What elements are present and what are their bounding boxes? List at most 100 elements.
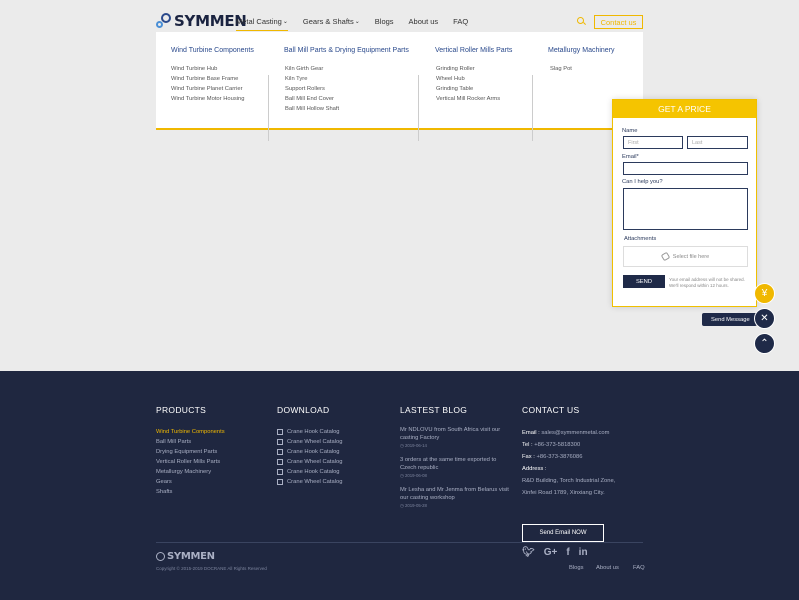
facebook-icon[interactable]: f bbox=[566, 547, 569, 558]
menu-link[interactable]: Ball Mill End Cover bbox=[285, 94, 339, 104]
blog-date: ◷ 2019-06-08 bbox=[400, 473, 427, 478]
blog-item[interactable]: 3 orders at the same time exported to Cz… bbox=[400, 457, 510, 479]
footer-link[interactable]: Gears bbox=[156, 477, 225, 487]
footer-link[interactable]: Drying Equipment Parts bbox=[156, 447, 225, 457]
footer-brand-name: SYMMEN bbox=[167, 551, 215, 562]
footer-contact: CONTACT US Email : sales@symmenmetal.com… bbox=[522, 405, 652, 558]
nav-blogs[interactable]: Blogs bbox=[375, 17, 394, 26]
menu-divider bbox=[532, 75, 533, 141]
search-icon[interactable] bbox=[577, 17, 586, 26]
back-to-top-icon[interactable]: ⌃ bbox=[754, 333, 775, 354]
get-a-price-panel: GET A PRICE Name First Last Email* Can I… bbox=[612, 99, 757, 307]
menu-link[interactable]: Grinding Table bbox=[436, 84, 500, 94]
menu-link[interactable]: Kiln Girth Gear bbox=[285, 64, 339, 74]
menu-link[interactable]: Grinding Roller bbox=[436, 64, 500, 74]
download-link[interactable]: Crane Hook Catalog bbox=[277, 447, 342, 457]
footer-blog: LASTEST BLOG Mr NDLOVU from South Africa… bbox=[400, 405, 510, 517]
send-message-tooltip[interactable]: Send Message bbox=[702, 313, 757, 326]
pdf-icon bbox=[277, 469, 283, 475]
last-name-input[interactable]: Last bbox=[687, 136, 748, 149]
menu-column-heading[interactable]: Vertical Roller Mills Parts bbox=[435, 47, 512, 54]
twitter-icon[interactable]: 🐦︎ bbox=[522, 547, 535, 558]
site-header: SYMMEN Metal Casting ⌄ Gears & Shafts ⌄ Bl… bbox=[0, 0, 799, 32]
footer-nav-blogs[interactable]: Blogs bbox=[569, 565, 584, 571]
menu-column-heading[interactable]: Wind Turbine Components bbox=[171, 47, 254, 54]
menu-link[interactable]: Wind Turbine Hub bbox=[171, 64, 244, 74]
menu-link[interactable]: Wind Turbine Motor Housing bbox=[171, 94, 244, 104]
name-label: Name bbox=[622, 128, 638, 134]
file-upload-box[interactable]: Select file here bbox=[623, 246, 748, 267]
footer-heading: PRODUCTS bbox=[156, 405, 207, 415]
menu-link[interactable]: Kiln Tyre bbox=[285, 74, 339, 84]
blog-title[interactable]: 3 orders at the same time exported to Cz… bbox=[400, 457, 510, 472]
blog-item[interactable]: Mr NDLOVU from South Africa visit our ca… bbox=[400, 427, 510, 449]
file-upload-label: Select file here bbox=[672, 253, 710, 260]
footer-link[interactable]: Metallurgy Machinery bbox=[156, 467, 225, 477]
google-plus-icon[interactable]: G+ bbox=[544, 547, 558, 558]
site-footer: PRODUCTS Wind Turbine Components Ball Mi… bbox=[0, 371, 799, 600]
footer-logo[interactable]: SYMMEN bbox=[156, 551, 215, 562]
menu-column-heading[interactable]: Ball Mill Parts & Drying Equipment Parts bbox=[284, 47, 409, 54]
gear-logo-icon bbox=[156, 13, 172, 29]
blog-title[interactable]: Mr NDLOVU from South Africa visit our ca… bbox=[400, 427, 510, 442]
email-label: Email* bbox=[622, 154, 639, 160]
contact-fax: Fax : +86-373-3876086 bbox=[522, 454, 583, 460]
nav-gears-shafts[interactable]: Gears & Shafts ⌄ bbox=[303, 17, 360, 26]
download-link[interactable]: Crane Wheel Catalog bbox=[277, 477, 342, 487]
menu-divider bbox=[418, 75, 419, 141]
download-link[interactable]: Crane Wheel Catalog bbox=[277, 437, 342, 447]
send-email-button[interactable]: Send Email NOW bbox=[522, 524, 604, 542]
blog-date: ◷ 2019-05-28 bbox=[400, 503, 427, 508]
menu-link[interactable]: Wind Turbine Base Frame bbox=[171, 74, 244, 84]
menu-link[interactable]: Vertical Mill Rocker Arms bbox=[436, 94, 500, 104]
email-field[interactable] bbox=[623, 162, 748, 175]
contact-address-line: R&D Building, Torch Industrial Zone, bbox=[522, 478, 616, 484]
linkedin-icon[interactable]: in bbox=[579, 547, 588, 558]
menu-link[interactable]: Support Rollers bbox=[285, 84, 339, 94]
blog-title[interactable]: Mr Lesha and Mr Jenma from Belarus visit… bbox=[400, 487, 510, 502]
send-button[interactable]: SEND bbox=[623, 275, 665, 288]
menu-column-heading[interactable]: Metallurgy Machinery bbox=[548, 47, 615, 54]
footer-link[interactable]: Wind Turbine Components bbox=[156, 427, 225, 437]
metal-casting-mega-menu: Wind Turbine Components Wind Turbine Hub… bbox=[156, 32, 643, 141]
footer-products: PRODUCTS Wind Turbine Components Ball Mi… bbox=[156, 405, 225, 497]
chevron-down-icon: ⌄ bbox=[282, 19, 288, 25]
download-link[interactable]: Crane Wheel Catalog bbox=[277, 457, 342, 467]
close-icon[interactable]: ✕ bbox=[754, 308, 775, 329]
footer-download: DOWNLOAD Crane Hook Catalog Crane Wheel … bbox=[277, 405, 342, 487]
contact-us-button[interactable]: Contact us bbox=[594, 15, 643, 29]
footer-link[interactable]: Shafts bbox=[156, 487, 225, 497]
nav-faq[interactable]: FAQ bbox=[453, 17, 468, 26]
footer-nav-about-us[interactable]: About us bbox=[596, 565, 619, 571]
nav-about-us[interactable]: About us bbox=[409, 17, 439, 26]
pdf-icon bbox=[277, 459, 283, 465]
pdf-icon bbox=[277, 449, 283, 455]
footer-link[interactable]: Vertical Roller Mills Parts bbox=[156, 457, 225, 467]
contact-tel: Tel : +86-373-5818300 bbox=[522, 442, 581, 448]
first-name-input[interactable]: First bbox=[623, 136, 683, 149]
menu-link[interactable]: Slag Pot bbox=[550, 64, 572, 74]
nav-metal-casting[interactable]: Metal Casting ⌄ bbox=[236, 17, 288, 31]
price-tag-icon[interactable]: ¥ bbox=[754, 283, 775, 304]
paperclip-icon bbox=[660, 251, 671, 262]
contact-address-label: Address : bbox=[522, 466, 547, 472]
menu-link[interactable]: Wind Turbine Planet Carrier bbox=[171, 84, 244, 94]
message-textarea[interactable] bbox=[623, 188, 748, 230]
main-nav: Metal Casting ⌄ Gears & Shafts ⌄ Blogs Abo… bbox=[236, 17, 483, 31]
footer-link[interactable]: Ball Mill Parts bbox=[156, 437, 225, 447]
gear-logo-icon bbox=[156, 552, 165, 561]
footer-heading: CONTACT US bbox=[522, 405, 580, 415]
footer-nav-faq[interactable]: FAQ bbox=[633, 565, 645, 571]
panel-title: GET A PRICE bbox=[613, 100, 756, 118]
blog-item[interactable]: Mr Lesha and Mr Jenma from Belarus visit… bbox=[400, 487, 510, 509]
help-label: Can I help you? bbox=[622, 179, 663, 185]
attachments-label: Attachments bbox=[624, 236, 657, 242]
pdf-icon bbox=[277, 429, 283, 435]
brand-logo[interactable]: SYMMEN bbox=[156, 12, 247, 30]
privacy-note: Your email address will not be shared. W… bbox=[669, 277, 745, 288]
menu-link[interactable]: Ball Mill Hollow Shaft bbox=[285, 104, 339, 114]
contact-email[interactable]: Email : sales@symmenmetal.com bbox=[522, 427, 652, 439]
download-link[interactable]: Crane Hook Catalog bbox=[277, 427, 342, 437]
menu-link[interactable]: Wheel Hub bbox=[436, 74, 500, 84]
download-link[interactable]: Crane Hook Catalog bbox=[277, 467, 342, 477]
